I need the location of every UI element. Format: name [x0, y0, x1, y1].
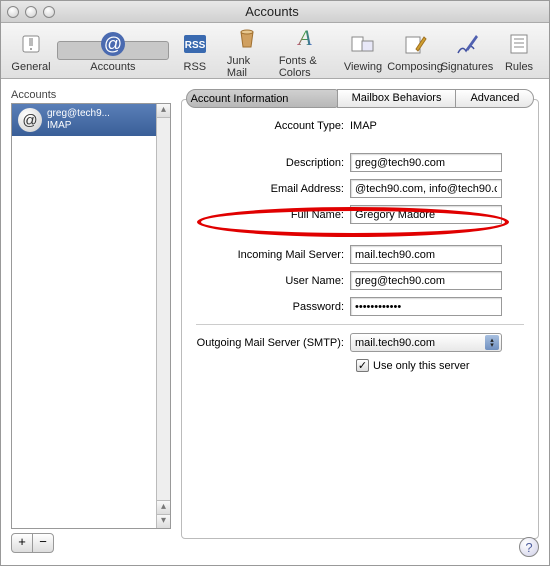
tab-mailbox-behaviors[interactable]: Mailbox Behaviors: [337, 89, 457, 108]
smtp-select[interactable]: mail.tech90.com ▴▾: [350, 333, 502, 352]
at-icon: @: [18, 108, 42, 132]
close-window-button[interactable]: [7, 6, 19, 18]
rss-icon: RSS: [180, 29, 210, 59]
scroll-up-arrow[interactable]: ▴: [157, 104, 170, 118]
toolbar-fonts-colors[interactable]: A Fonts & Colors: [273, 25, 337, 77]
username-label: User Name:: [196, 275, 350, 287]
toolbar-viewing[interactable]: Viewing: [337, 25, 389, 77]
compose-icon: [400, 29, 430, 59]
titlebar: Accounts: [1, 1, 549, 23]
traffic-lights: [7, 6, 55, 18]
email-address-input[interactable]: [350, 179, 502, 198]
full-name-label: Full Name:: [196, 209, 350, 221]
account-item-text: greg@tech9... IMAP: [47, 108, 110, 132]
toolbar-general[interactable]: General: [5, 25, 57, 77]
separator: [196, 324, 524, 325]
toolbar-label: RSS: [184, 61, 207, 73]
toolbar-label: Rules: [505, 61, 533, 73]
password-label: Password:: [196, 301, 350, 313]
toolbar-signatures[interactable]: Signatures: [441, 25, 493, 77]
sidebar-label: Accounts: [11, 89, 171, 101]
toolbar-composing[interactable]: Composing: [389, 25, 441, 77]
use-only-label: Use only this server: [373, 360, 470, 372]
switch-icon: [16, 29, 46, 59]
window-title: Accounts: [55, 4, 489, 19]
account-type-value: IMAP: [350, 120, 524, 132]
scroll-up-arrow2[interactable]: ▴: [157, 500, 170, 514]
description-input[interactable]: [350, 153, 502, 172]
svg-text:A: A: [296, 25, 312, 50]
toolbar-label: Junk Mail: [227, 55, 267, 79]
signature-icon: [452, 29, 482, 59]
toolbar-label: Fonts & Colors: [279, 55, 331, 79]
account-subtitle: IMAP: [47, 120, 110, 132]
rules-icon: [504, 29, 534, 59]
fonts-icon: A: [290, 23, 320, 53]
password-input[interactable]: [350, 297, 502, 316]
svg-text:RSS: RSS: [185, 40, 206, 51]
incoming-server-label: Incoming Mail Server:: [196, 249, 350, 261]
toolbar-junkmail[interactable]: Junk Mail: [221, 25, 273, 77]
toolbar-label: Viewing: [344, 61, 382, 73]
toolbar-label: Signatures: [441, 61, 494, 73]
tab-account-information[interactable]: Account Information: [186, 89, 338, 108]
tab-advanced[interactable]: Advanced: [455, 89, 534, 108]
remove-account-button[interactable]: −: [32, 533, 54, 553]
accounts-sidebar: Accounts @ greg@tech9... IMAP ▴ ▴ ▾ + −: [11, 89, 171, 553]
viewing-icon: [348, 29, 378, 59]
toolbar-label: General: [11, 61, 50, 73]
description-label: Description:: [196, 157, 350, 169]
add-account-button[interactable]: +: [11, 533, 33, 553]
accounts-list[interactable]: @ greg@tech9... IMAP ▴ ▴ ▾: [11, 103, 171, 529]
toolbar-accounts[interactable]: @ Accounts: [57, 41, 169, 60]
scroll-down-arrow[interactable]: ▾: [157, 514, 170, 528]
email-address-label: Email Address:: [196, 183, 350, 195]
minimize-window-button[interactable]: [25, 6, 37, 18]
smtp-value: mail.tech90.com: [355, 337, 435, 349]
toolbar-rules[interactable]: Rules: [493, 25, 545, 77]
toolbar-label: Composing: [387, 61, 443, 73]
content-area: Accounts @ greg@tech9... IMAP ▴ ▴ ▾ + −: [1, 79, 549, 563]
username-input[interactable]: [350, 271, 502, 290]
toolbar-label: Accounts: [90, 61, 135, 73]
select-arrows-icon: ▴▾: [485, 335, 499, 350]
account-information-panel: Account Type: IMAP Description: Email Ad…: [181, 99, 539, 539]
sidebar-scrollbar[interactable]: ▴ ▴ ▾: [156, 104, 170, 528]
zoom-window-button[interactable]: [43, 6, 55, 18]
at-icon: @: [98, 29, 128, 59]
toolbar-rss[interactable]: RSS RSS: [169, 25, 221, 77]
trash-icon: [232, 23, 262, 53]
account-type-label: Account Type:: [196, 120, 350, 132]
tabs: Account Information Mailbox Behaviors Ad…: [181, 89, 539, 108]
incoming-server-input[interactable]: [350, 245, 502, 264]
account-item[interactable]: @ greg@tech9... IMAP: [12, 104, 170, 136]
accounts-window: Accounts General @ Accounts RSS RSS Jun: [0, 0, 550, 566]
svg-text:@: @: [104, 34, 122, 54]
main-panel: Account Information Mailbox Behaviors Ad…: [171, 89, 539, 553]
smtp-label: Outgoing Mail Server (SMTP):: [196, 337, 350, 349]
add-remove-buttons: + −: [11, 533, 171, 553]
use-only-checkbox[interactable]: ✓: [356, 359, 369, 372]
account-title: greg@tech9...: [47, 108, 110, 120]
full-name-input[interactable]: [350, 205, 502, 224]
toolbar: General @ Accounts RSS RSS Junk Mail A F…: [1, 23, 549, 79]
help-button[interactable]: ?: [519, 537, 539, 557]
